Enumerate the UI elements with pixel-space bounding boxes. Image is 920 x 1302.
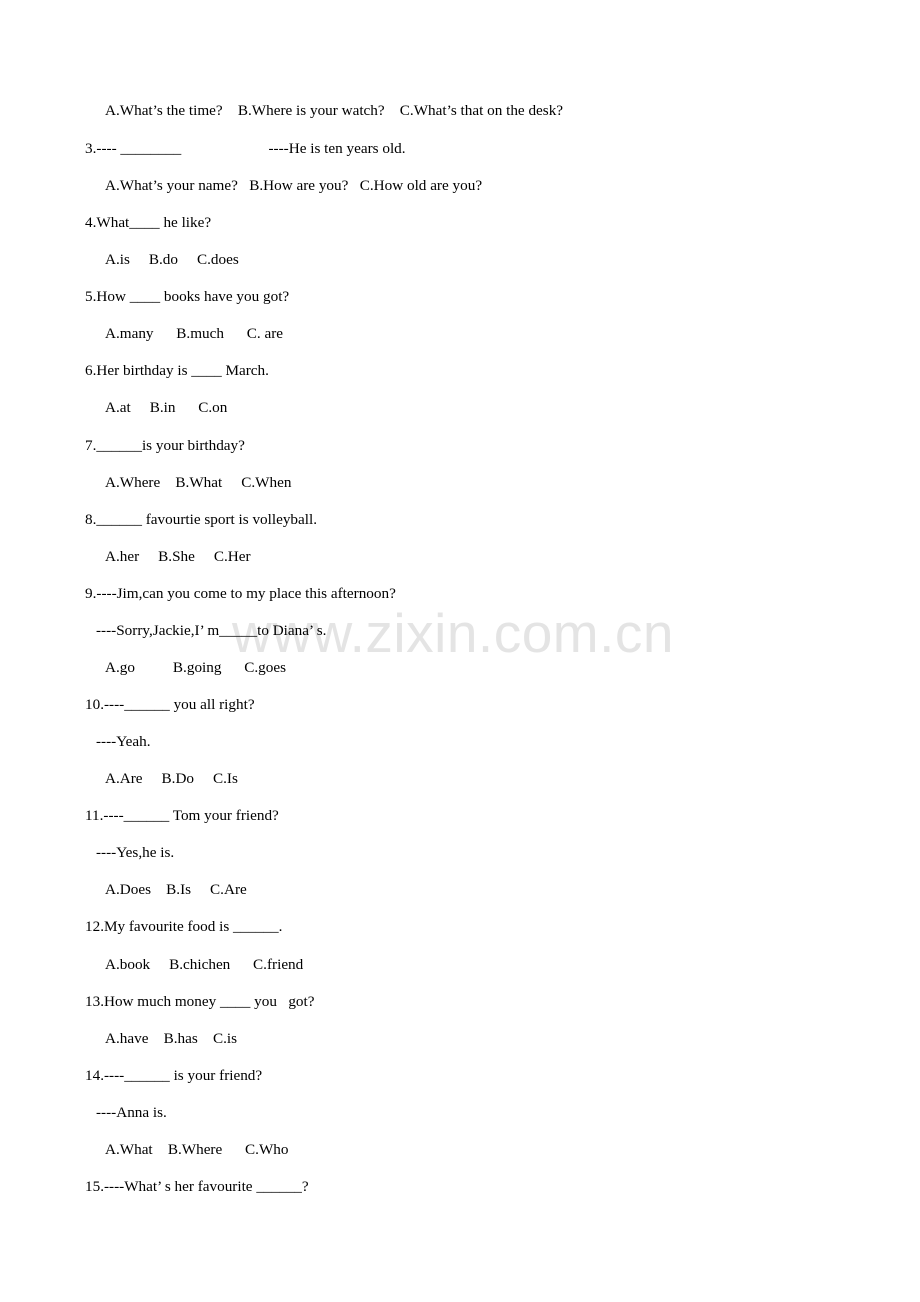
worksheet-line: A.What’s the time? B.Where is your watch… xyxy=(105,102,564,119)
worksheet-line: A.go B.going C.goes xyxy=(105,659,286,676)
worksheet-line: 5.How ____ books have you got? xyxy=(85,288,290,305)
worksheet-line: 15.----What’ s her favourite ______? xyxy=(85,1178,309,1195)
worksheet-line: A.many B.much C. are xyxy=(105,325,284,342)
worksheet-line: A.book B.chichen C.friend xyxy=(105,956,304,973)
worksheet-line: 8.______ favourtie sport is volleyball. xyxy=(85,511,317,528)
worksheet-line: A.Are B.Do C.Is xyxy=(105,770,238,787)
worksheet-line: 10.----______ you all right? xyxy=(85,696,255,713)
worksheet-line: A.Where B.What C.When xyxy=(105,474,292,491)
worksheet-line: ----Yeah. xyxy=(96,733,151,750)
worksheet-line: A.Does B.Is C.Are xyxy=(105,881,247,898)
worksheet-line: 3.---- ________ ----He is ten years old. xyxy=(85,140,406,157)
worksheet-line: A.at B.in C.on xyxy=(105,399,228,416)
worksheet-line: 12.My favourite food is ______. xyxy=(85,918,283,935)
worksheet-line: 13.How much money ____ you got? xyxy=(85,993,315,1010)
worksheet-line: A.her B.She C.Her xyxy=(105,548,251,565)
worksheet-line: 6.Her birthday is ____ March. xyxy=(85,362,269,379)
worksheet-line: ----Anna is. xyxy=(96,1104,167,1121)
worksheet-line: 14.----______ is your friend? xyxy=(85,1067,263,1084)
worksheet-page: www.zixin.com.cn A.What’s the time? B.Wh… xyxy=(0,0,920,1302)
worksheet-line: A.What B.Where C.Who xyxy=(105,1141,289,1158)
worksheet-line: A.have B.has C.is xyxy=(105,1030,238,1047)
worksheet-line: 9.----Jim,can you come to my place this … xyxy=(85,585,396,602)
worksheet-line: A.What’s your name? B.How are you? C.How… xyxy=(105,177,483,194)
worksheet-line: 4.What____ he like? xyxy=(85,214,212,231)
worksheet-line: 7.______is your birthday? xyxy=(85,437,245,454)
worksheet-line: A.is B.do C.does xyxy=(105,251,239,268)
worksheet-line: 11.----______ Tom your friend? xyxy=(85,807,279,824)
worksheet-line: ----Sorry,Jackie,I’ m_____to Diana’ s. xyxy=(96,622,327,639)
worksheet-line: ----Yes,he is. xyxy=(96,844,175,861)
